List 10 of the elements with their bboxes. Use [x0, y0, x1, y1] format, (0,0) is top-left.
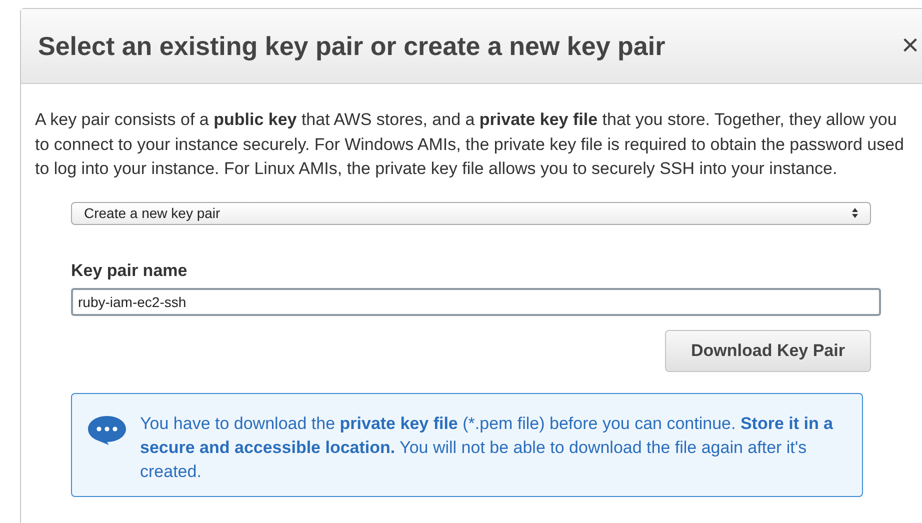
key-pair-select[interactable]: Create a new key pair: [71, 202, 871, 224]
info-message: You have to download the private key file (*.pem file) before you can continue. Store it in a secure and accessible location. You will not be able to download the file again after it's created.: [140, 413, 834, 483]
description-text: A key pair consists of a public key that AWS stores, and a private key file that you store. Together, they allow you to connect to your instance securely. For Windows AMIs, the private key file is required to obtain the password used to log into your instance. For Linux AMIs, the private key file allows you to securely SSH into your instance.: [35, 109, 906, 180]
select-arrows-icon: [852, 208, 858, 218]
dialog-title: Select an existing key pair or create a new key pair: [38, 30, 666, 62]
field-label: Key pair name: [71, 260, 188, 282]
key-pair-name-input[interactable]: ruby-iam-ec2-ssh: [71, 288, 881, 316]
download-key-pair-button[interactable]: Download Key Pair: [665, 330, 871, 372]
speech-bubble-icon: [87, 415, 127, 447]
close-button[interactable]: ×: [901, 31, 919, 61]
